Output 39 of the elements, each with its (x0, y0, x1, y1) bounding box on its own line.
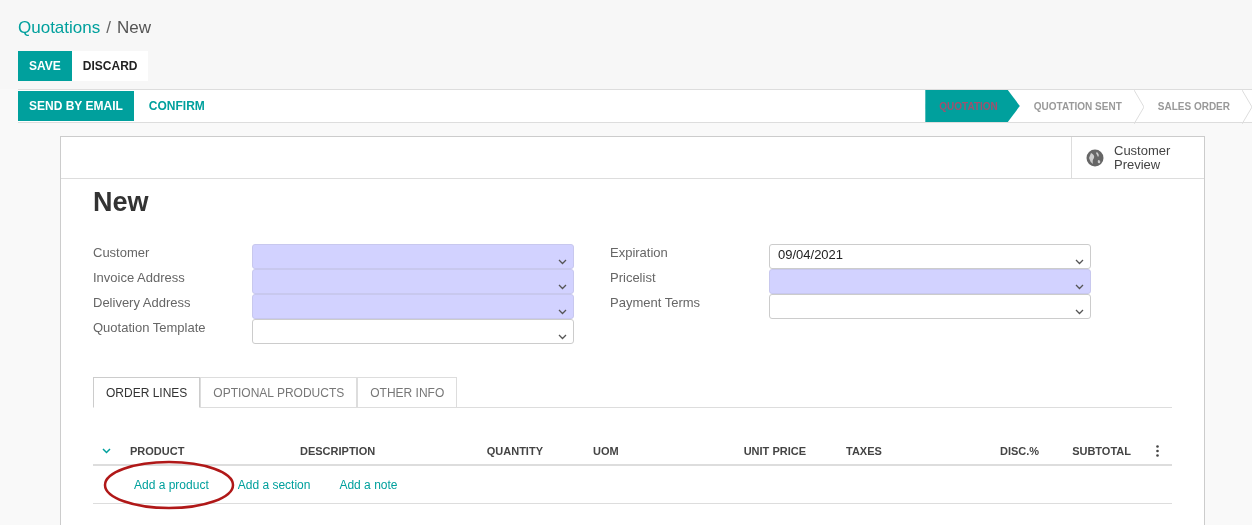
discard-button[interactable]: DISCARD (71, 51, 149, 81)
select-field[interactable] (252, 244, 574, 269)
field-label: Pricelist (610, 269, 657, 287)
record-title: New (93, 187, 150, 218)
field-label: Customer (93, 244, 151, 262)
kebab-menu-icon[interactable] (1156, 445, 1159, 457)
chevron-down-icon (102, 448, 111, 454)
select-field[interactable] (769, 294, 1091, 319)
globe-icon (1086, 148, 1104, 167)
select-field[interactable] (769, 269, 1091, 294)
select-field[interactable]: 09/04/2021 (769, 244, 1091, 269)
tab[interactable]: OPTIONAL PRODUCTS (200, 377, 358, 408)
select-field[interactable] (252, 269, 574, 294)
column-header[interactable]: DESCRIPTION (295, 445, 440, 457)
page-title: New (116, 18, 151, 38)
breadcrumb-separator: / (106, 18, 111, 38)
column-header[interactable]: PRODUCT (125, 445, 295, 457)
chevron-down-icon (558, 259, 567, 265)
column-header[interactable]: UNIT PRICE (700, 445, 811, 457)
chevron-down-icon (558, 284, 567, 290)
column-header[interactable]: TAXES (811, 445, 995, 457)
column-header[interactable]: DISC.% (995, 445, 1043, 457)
field-label: Expiration (610, 244, 669, 262)
tab[interactable]: OTHER INFO (357, 377, 458, 408)
field-label: Delivery Address (93, 294, 192, 312)
chevron-down-icon (558, 334, 567, 340)
tab[interactable]: ORDER LINES (93, 377, 201, 408)
field-label: Quotation Template (93, 319, 207, 337)
select-field[interactable] (252, 294, 574, 319)
chevron-down-icon (558, 309, 567, 315)
field-label: Invoice Address (93, 269, 186, 287)
chevron-down-icon (1075, 259, 1084, 265)
column-header[interactable]: UOM (548, 445, 700, 457)
chevron-down-icon (1075, 284, 1084, 290)
field-label: Payment Terms (610, 294, 702, 312)
column-header[interactable]: SUBTOTAL (1043, 445, 1136, 457)
select-field[interactable] (252, 319, 574, 344)
column-header[interactable]: QUANTITY (440, 445, 548, 457)
chevron-down-icon (1075, 309, 1084, 315)
